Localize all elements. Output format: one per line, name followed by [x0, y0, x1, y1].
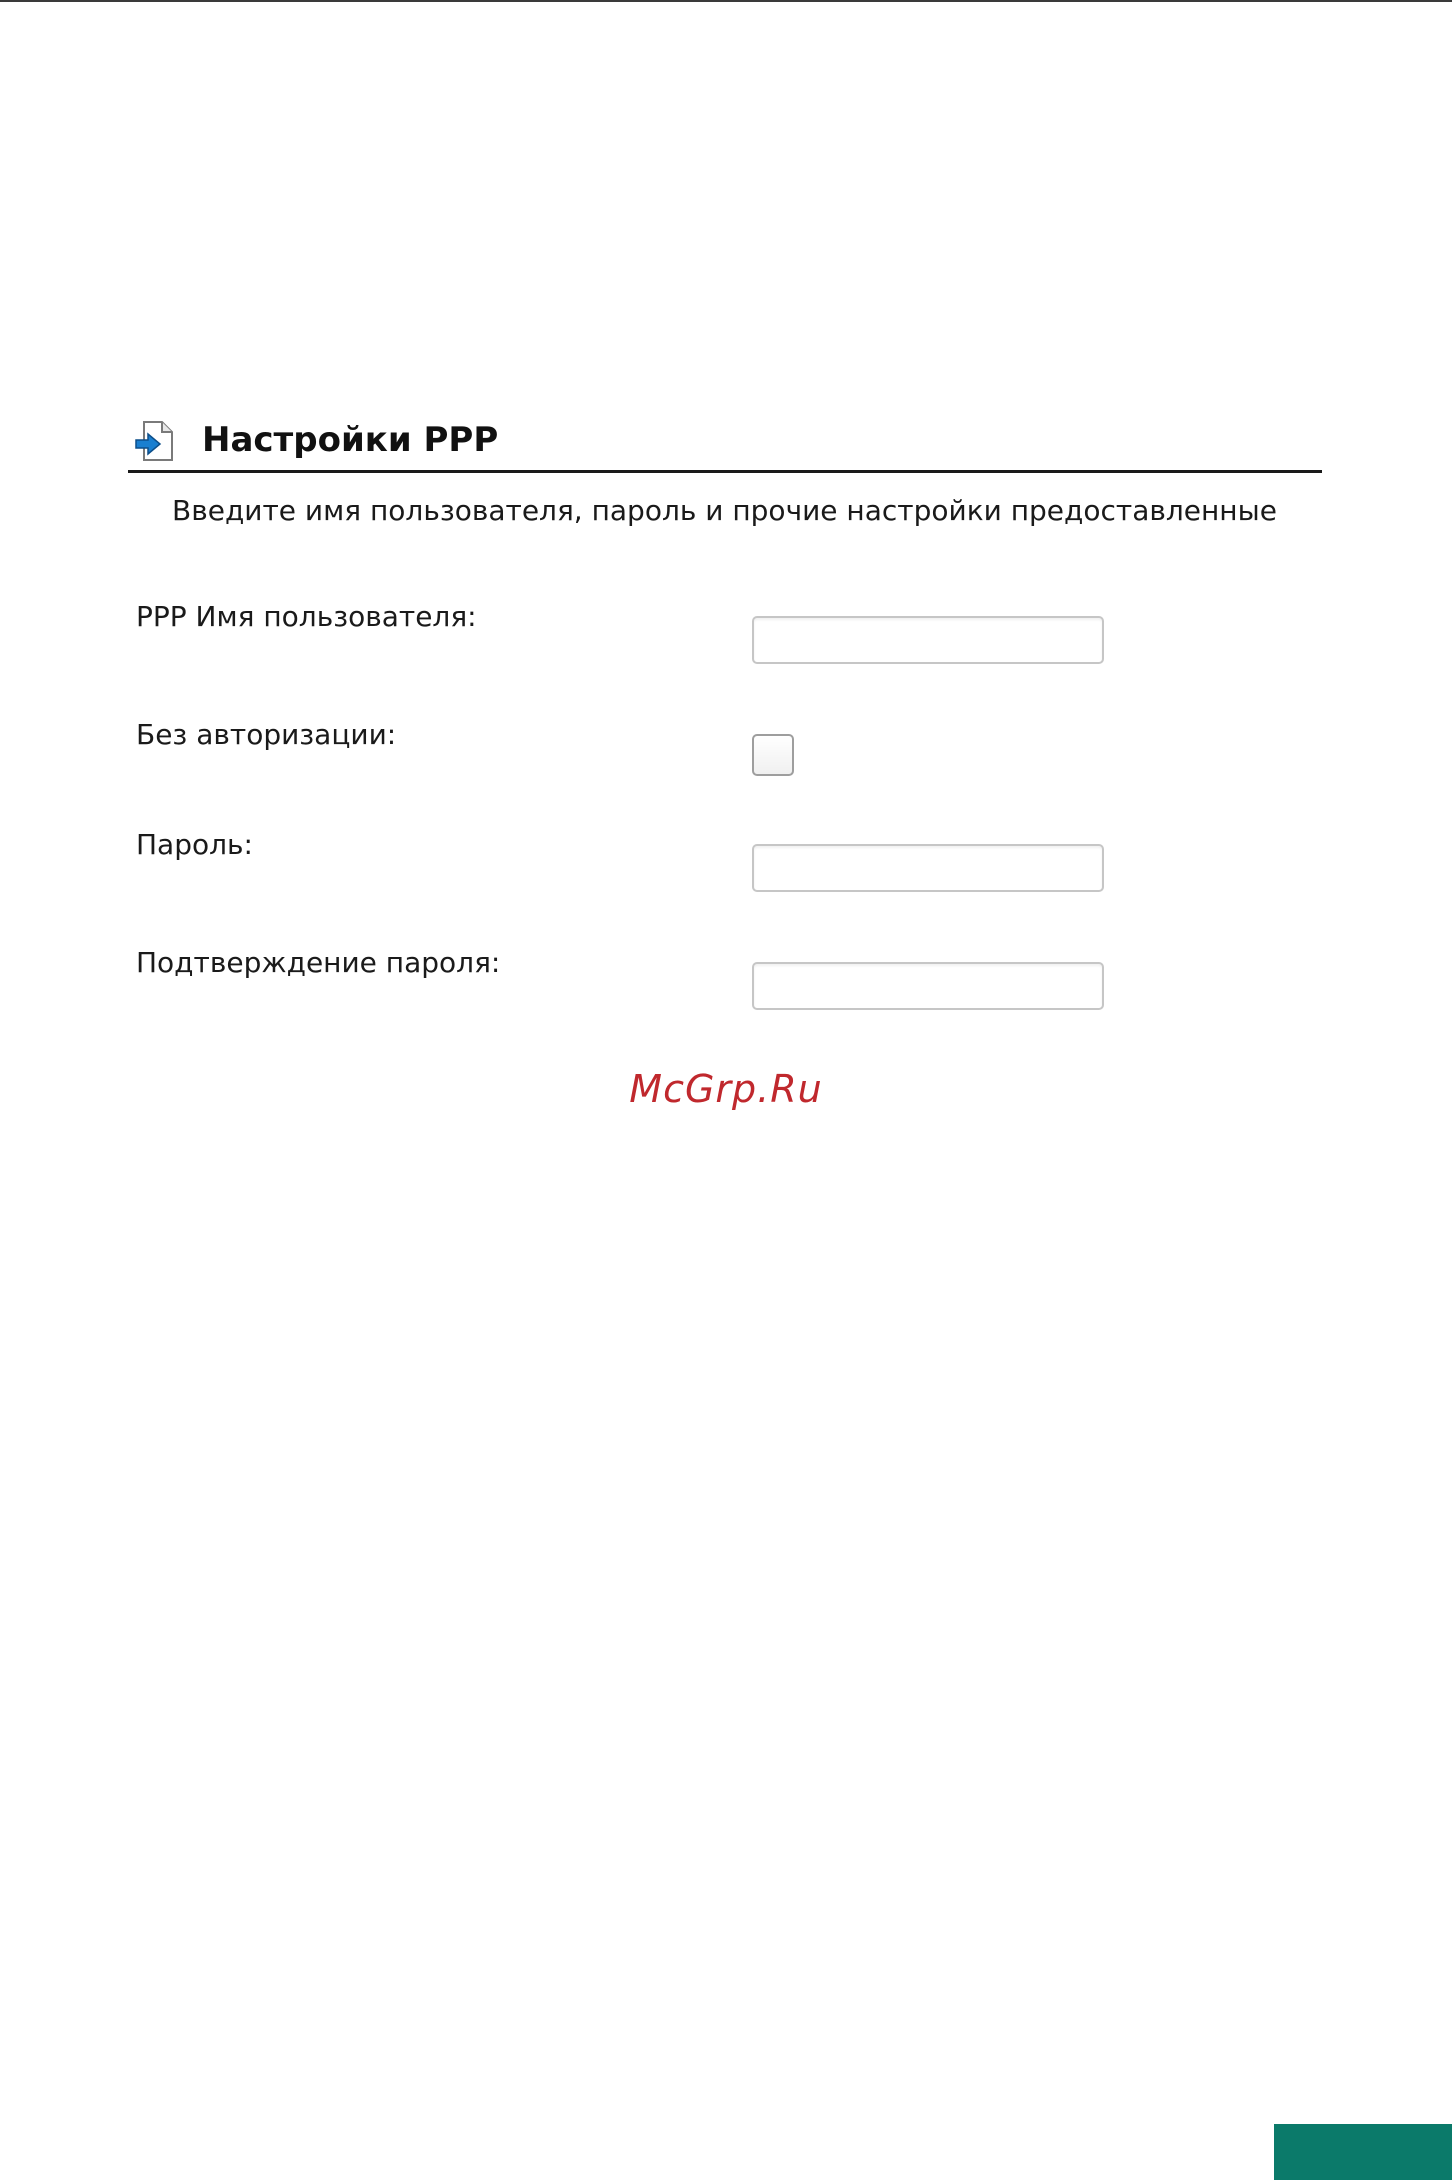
username-input[interactable]	[752, 616, 1104, 664]
username-label: PPP Имя пользователя:	[136, 600, 477, 633]
document-arrow-icon	[134, 420, 174, 462]
password-confirm-label: Подтверждение пароля:	[136, 946, 501, 979]
password-label: Пароль:	[136, 828, 253, 861]
section-header: Настройки PPP	[132, 414, 1322, 472]
section-divider	[128, 470, 1322, 473]
no-auth-label: Без авторизации:	[136, 718, 397, 751]
corner-tab	[1274, 2124, 1452, 2180]
watermark: McGrp.Ru	[629, 1067, 823, 1111]
section-title: Настройки PPP	[202, 420, 499, 460]
top-rule	[0, 0, 1452, 2]
intro-text: Введите имя пользователя, пароль и прочи…	[172, 494, 1277, 527]
password-confirm-input[interactable]	[752, 962, 1104, 1010]
password-input[interactable]	[752, 844, 1104, 892]
no-auth-checkbox[interactable]	[752, 734, 794, 776]
